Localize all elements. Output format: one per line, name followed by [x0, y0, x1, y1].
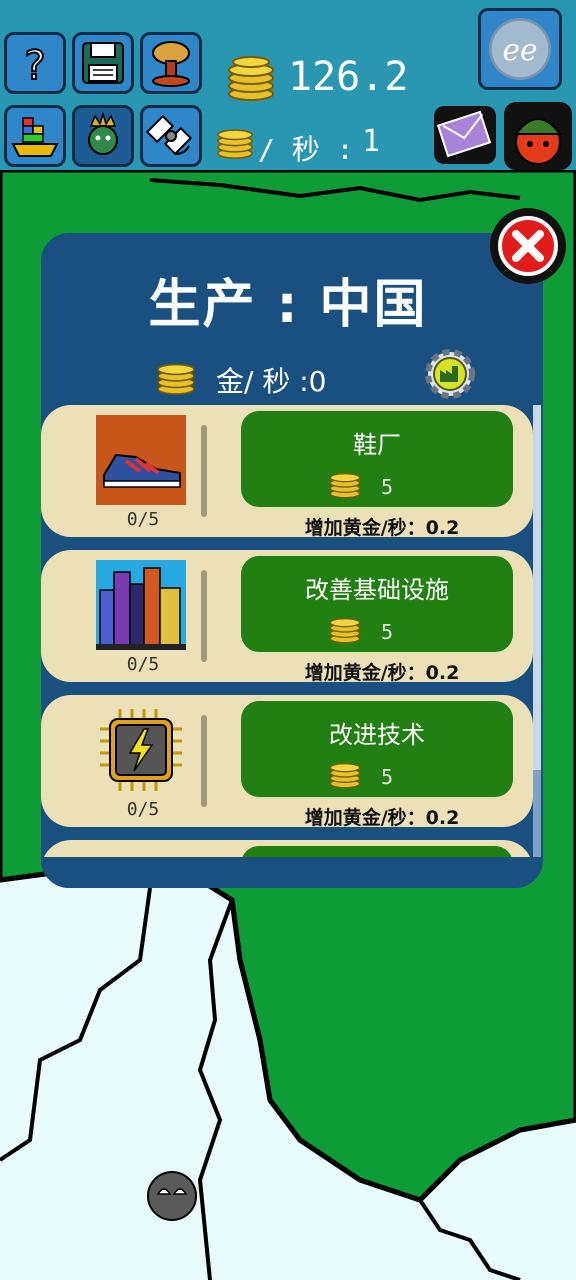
per-second-label: / 秒 : [258, 133, 354, 166]
envelope-icon [434, 106, 496, 164]
gold-coins-icon [228, 56, 274, 101]
svg-text:?: ? [24, 43, 45, 89]
trade-button[interactable] [4, 105, 66, 167]
production-item-partial [41, 840, 533, 857]
per-second-value: 1 [362, 124, 381, 159]
nuke-button[interactable] [140, 32, 202, 94]
item-name: 改善基础设施 [305, 576, 449, 604]
item-bonus: 增加黄金/秒：0.2 [304, 807, 460, 829]
country-ball-unit[interactable] [146, 1170, 198, 1222]
cargo-ship-icon [11, 117, 59, 157]
save-button[interactable] [72, 32, 134, 94]
item-bonus: 增加黄金/秒：0.2 [304, 662, 460, 684]
svg-text:ee: ee [502, 33, 537, 67]
price-coins-icon [329, 618, 361, 644]
item-count: 0/5 [126, 654, 160, 675]
divider [201, 715, 207, 807]
buy-infrastructure-button[interactable]: 改善基础设施 5 [241, 556, 513, 652]
factory-gear-icon[interactable] [422, 346, 478, 402]
help-button[interactable]: ? [4, 32, 66, 94]
item-count: 0/5 [126, 509, 160, 530]
item-price: 5 [381, 475, 394, 499]
rate-coins-icon [157, 363, 195, 395]
army-button[interactable] [502, 100, 574, 172]
soldier-helmet-icon [504, 102, 572, 170]
gold-rate-coins-icon [217, 129, 253, 159]
item-count: 0/5 [126, 799, 160, 820]
microchip-icon [100, 709, 182, 791]
price-coins-icon [329, 473, 361, 499]
logo-icon: ee [489, 18, 551, 80]
floppy-disk-icon [82, 42, 124, 84]
diplomacy-button[interactable] [430, 102, 500, 168]
mushroom-cloud-icon [152, 41, 190, 87]
sneaker-icon [96, 415, 186, 505]
skyscrapers-icon [96, 560, 186, 650]
divider [201, 570, 207, 662]
item-price: 5 [381, 620, 394, 644]
close-button[interactable] [488, 206, 568, 286]
menu-button[interactable]: ee [478, 8, 562, 90]
price-coins-icon [329, 763, 361, 789]
list-scrollbar-thumb[interactable] [533, 405, 541, 770]
production-item: 0/5 鞋厂 5 增加黄金/秒：0.2 [41, 405, 533, 539]
buy-shoe-factory-button[interactable]: 鞋厂 5 [241, 411, 513, 507]
satellite-icon [145, 114, 193, 156]
item-bonus: 增加黄金/秒：0.2 [304, 517, 460, 539]
rate-label: 金/ 秒 :0 [216, 365, 327, 398]
item-name: 改进技术 [329, 721, 425, 749]
help-icon: ? [23, 42, 46, 89]
item-name: 鞋厂 [353, 431, 401, 459]
production-list[interactable]: 0/5 鞋厂 5 增加黄金/秒：0.2 0/5 改善基础设施 5 增加黄金/秒：… [41, 405, 533, 857]
buy-technology-button[interactable]: 改进技术 5 [241, 701, 513, 797]
gold-amount: 126.2 [288, 54, 409, 100]
production-item: 0/5 改善基础设施 5 增加黄金/秒：0.2 [41, 550, 533, 684]
item-price: 5 [381, 765, 394, 789]
production-item: 0/5 改进技术 5 增加黄金/秒：0.2 [41, 695, 533, 829]
buy-next-item-button[interactable] [241, 846, 513, 857]
leader-button[interactable] [72, 105, 134, 167]
close-icon [490, 208, 566, 284]
leader-icon [88, 111, 118, 155]
satellite-button[interactable] [140, 105, 202, 167]
panel-bottom [41, 857, 543, 888]
divider [201, 425, 207, 517]
